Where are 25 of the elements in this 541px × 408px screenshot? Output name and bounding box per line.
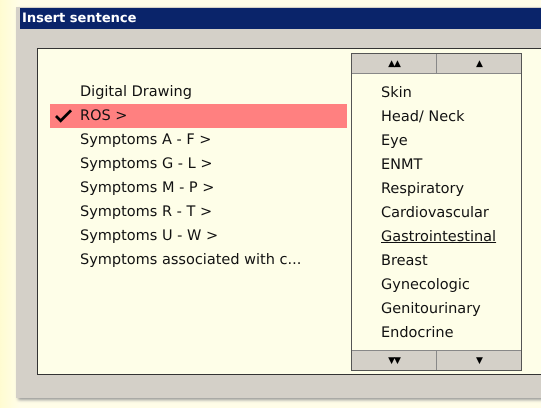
submenu-item[interactable]: Gynecologic xyxy=(381,277,470,293)
menu-item[interactable]: Symptoms U - W > xyxy=(50,224,347,248)
menu-item[interactable]: Digital Drawing xyxy=(50,80,347,104)
submenu-item[interactable]: Head/ Neck xyxy=(381,109,465,125)
menu-item[interactable]: ROS > xyxy=(50,104,347,128)
menu-item[interactable]: Symptoms R - T > xyxy=(50,200,347,224)
submenu-item[interactable]: Eye xyxy=(381,133,408,149)
window-title: Insert sentence xyxy=(20,8,541,29)
scroll-down-button[interactable]: ▼ xyxy=(437,350,521,370)
menu-item[interactable]: Symptoms M - P > xyxy=(50,176,347,200)
submenu-item[interactable]: Breast xyxy=(381,253,428,269)
menu-item[interactable]: Symptoms A - F > xyxy=(50,128,347,152)
menu-item[interactable]: Symptoms G - L > xyxy=(50,152,347,176)
scroll-up-button[interactable]: ▲▲ xyxy=(352,54,437,74)
submenu-item[interactable]: Genitourinary xyxy=(381,301,481,317)
submenu-item[interactable]: Respiratory xyxy=(381,181,464,197)
submenu-item[interactable]: Skin xyxy=(381,85,412,101)
menu-item[interactable]: Symptoms associated with c... xyxy=(50,248,347,272)
scroll-up-button[interactable]: ▲ xyxy=(437,54,521,74)
check-icon xyxy=(55,109,72,123)
submenu-item[interactable]: Endocrine xyxy=(381,325,454,341)
submenu-item[interactable]: Gastrointestinal xyxy=(381,229,496,245)
submenu-item[interactable]: ENMT xyxy=(381,157,422,173)
scroll-down-button[interactable]: ▼▼ xyxy=(352,350,437,370)
submenu-item[interactable]: Cardiovascular xyxy=(381,205,489,221)
